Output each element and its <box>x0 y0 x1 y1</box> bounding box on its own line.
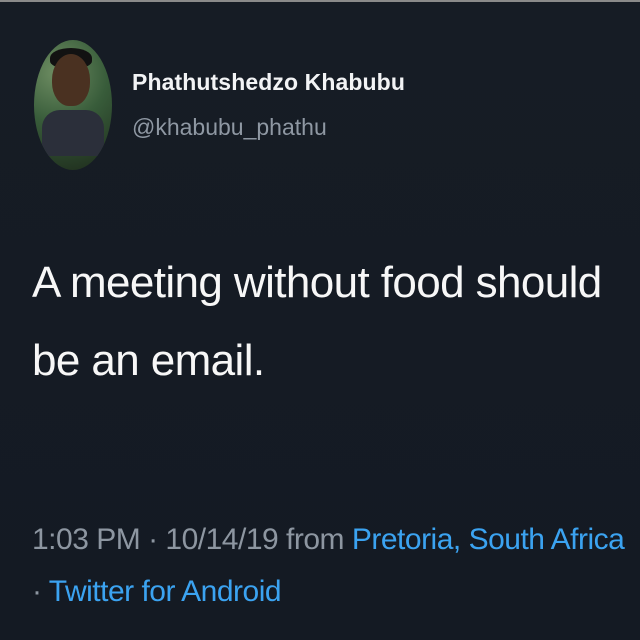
tweet-header: Phathutshedzo Khabubu @khabubu_phathu <box>34 38 405 172</box>
tweet-date[interactable]: 10/14/19 <box>165 523 278 556</box>
meta-separator: · <box>32 575 49 608</box>
author-info: Phathutshedzo Khabubu @khabubu_phathu <box>132 69 405 141</box>
tweet-meta: 1:03 PM · 10/14/19 from Pretoria, South … <box>32 514 630 618</box>
location-link[interactable]: Pretoria, South Africa <box>352 523 625 556</box>
avatar-face <box>52 54 90 106</box>
tweet-text: A meeting without food should be an emai… <box>32 258 602 385</box>
from-label: from <box>278 523 352 556</box>
author-display-name[interactable]: Phathutshedzo Khabubu <box>132 69 405 96</box>
tweet-card: Phathutshedzo Khabubu @khabubu_phathu A … <box>0 0 640 640</box>
client-link[interactable]: Twitter for Android <box>49 575 282 608</box>
tweet-time[interactable]: 1:03 PM <box>32 523 141 556</box>
avatar[interactable] <box>34 40 112 170</box>
meta-separator: · <box>140 523 166 556</box>
top-divider <box>0 0 640 2</box>
author-handle[interactable]: @khabubu_phathu <box>132 114 405 141</box>
avatar-shirt <box>42 110 104 156</box>
